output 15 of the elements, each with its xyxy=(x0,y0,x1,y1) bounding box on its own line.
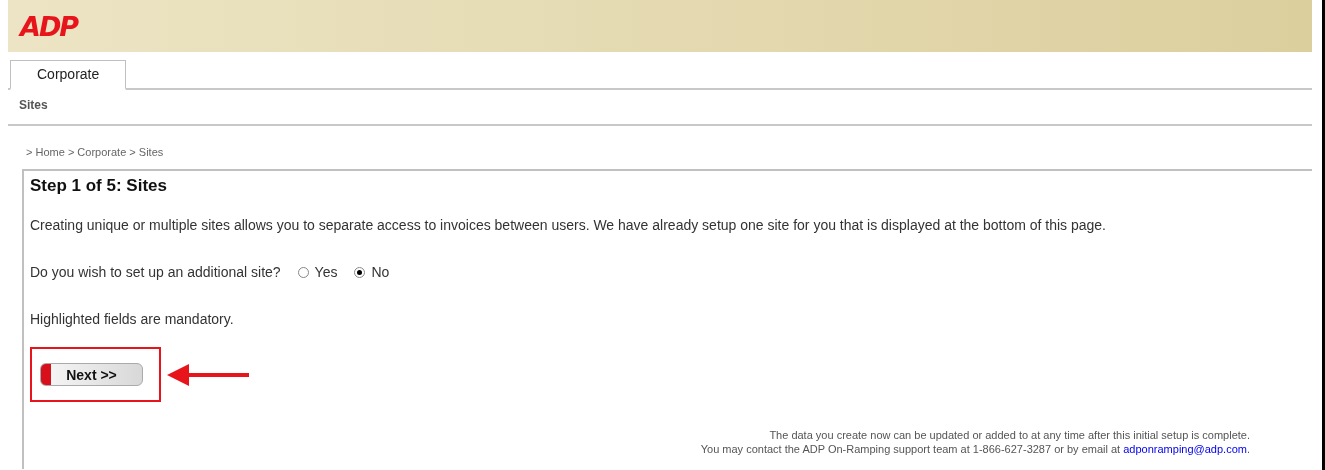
footer-text: You may contact the ADP On-Ramping support team at 1-866-627-3287 or by email at adponramping@adp.com. xyxy=(699,442,1251,456)
breadcrumb: > Home > Corporate > Sites xyxy=(26,146,165,158)
email-link[interactable]: adponramping@adp.com xyxy=(1123,443,1247,455)
step-title: Step 1 of 5: Sites xyxy=(30,176,168,196)
question-label: Do you wish to set up an additional site? xyxy=(30,264,281,280)
radio-label: No xyxy=(371,264,390,280)
footer-text: The data you create now can be updated or added to at any time after this initial setup is complete. xyxy=(768,428,1251,442)
intro-text: Creating unique or multiple sites allows you to separate access to invoices between users. We have already setup one site for you that is displayed at the bottom of this page. xyxy=(30,217,1107,233)
arrow-icon xyxy=(167,362,251,387)
radio-label: Yes xyxy=(314,264,338,280)
mandatory-note: Highlighted fields are mandatory. xyxy=(30,311,235,327)
next-button[interactable]: Next >> xyxy=(40,363,143,386)
logo: ADP xyxy=(20,10,78,42)
subnav-link[interactable]: Sites xyxy=(19,98,48,112)
tab[interactable]: Corporate xyxy=(10,60,127,90)
